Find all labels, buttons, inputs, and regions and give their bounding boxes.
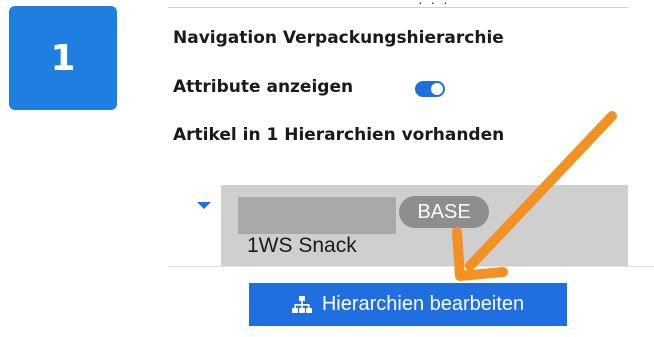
redacted-code [238, 197, 396, 234]
heading-articles: Artikel in 1 Hierarchien vorhanden [173, 125, 505, 145]
step-number: 1 [50, 37, 76, 79]
edit-hierarchies-button[interactable]: Hierarchien bearbeiten [249, 283, 567, 326]
clipped-previous-row: · · · [168, 0, 628, 10]
base-badge: BASE [399, 196, 489, 228]
hierarchy-panel: · · · Navigation Verpackungshierarchie A… [168, 0, 628, 266]
panel-divider [168, 266, 654, 267]
heading-attributes: Attribute anzeigen [173, 77, 354, 97]
heading-navigation: Navigation Verpackungshierarchie [173, 28, 504, 48]
attributes-toggle[interactable] [415, 81, 445, 97]
edit-hierarchies-label: Hierarchien bearbeiten [321, 293, 525, 315]
expand-caret-icon[interactable] [197, 202, 211, 209]
step-number-badge: 1 [9, 6, 117, 110]
node-name: 1WS Snack [247, 234, 357, 257]
clipped-text-fragment: · · · [418, 0, 450, 10]
toggle-knob [431, 83, 443, 95]
tree-node-row[interactable]: BASE 1WS Snack [221, 185, 628, 266]
sitemap-icon [291, 295, 312, 314]
